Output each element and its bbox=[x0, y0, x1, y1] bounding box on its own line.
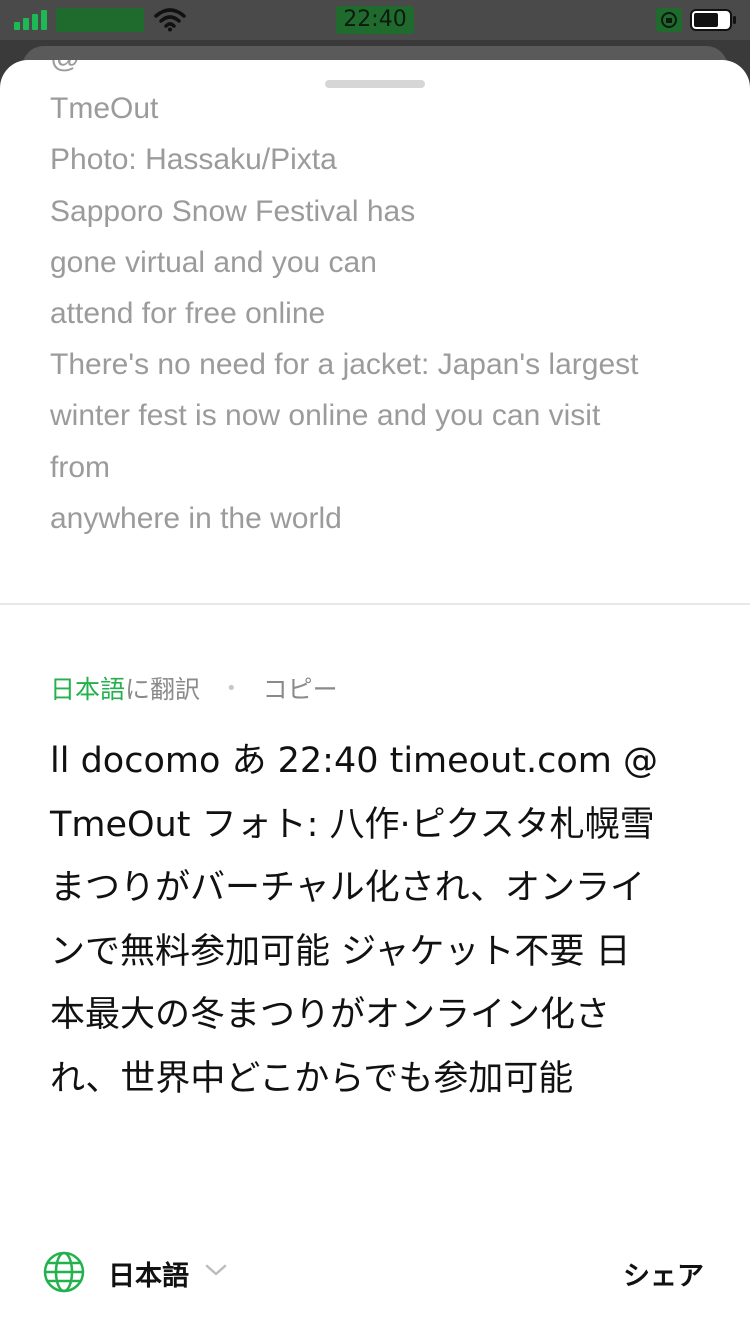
source-line: anywhere in the world bbox=[50, 501, 342, 535]
target-language-link[interactable]: 日本語 bbox=[50, 675, 125, 704]
wifi-icon bbox=[154, 8, 186, 32]
action-row: 日本語に翻訳 • コピー bbox=[50, 668, 338, 708]
battery-icon bbox=[690, 9, 736, 31]
globe-icon[interactable] bbox=[42, 1250, 86, 1294]
bottom-bar: 日本語 シェア bbox=[0, 1230, 750, 1310]
translate-to-button[interactable]: 日本語に翻訳 bbox=[50, 670, 200, 706]
translate-suffix: に翻訳 bbox=[125, 675, 201, 704]
translated-line: ll docomo あ 22:40 timeout.com @ bbox=[50, 741, 659, 781]
source-line: attend for free online bbox=[50, 297, 326, 331]
separator-dot: • bbox=[226, 677, 237, 699]
source-line: There's no need for a jacket: Japan's la… bbox=[50, 348, 639, 382]
divider bbox=[0, 603, 750, 605]
translation-sheet: @ TmeOut Photo: Hassaku/Pixta Sapporo Sn… bbox=[0, 60, 750, 1334]
translated-line: TmeOut フォト: 八作·ピクスタ札幌雪 bbox=[50, 804, 655, 845]
source-line: winter fest is now online and you can vi… bbox=[50, 399, 601, 433]
carrier-indicator bbox=[56, 8, 144, 32]
translated-line: れ、世界中どこからでも参加可能 bbox=[50, 1058, 574, 1099]
source-text: @ TmeOut Photo: Hassaku/Pixta Sapporo Sn… bbox=[50, 60, 710, 544]
translated-text: ll docomo あ 22:40 timeout.com @ TmeOut フ… bbox=[50, 730, 710, 1111]
status-time: 22:40 bbox=[336, 6, 414, 34]
translated-line: 本最大の冬まつりがオンライン化さ bbox=[50, 995, 611, 1035]
source-line: TmeOut bbox=[50, 92, 159, 126]
source-line: @ bbox=[50, 60, 710, 83]
rotation-lock-icon bbox=[656, 8, 682, 32]
source-line: from bbox=[50, 450, 110, 484]
source-line: Sapporo Snow Festival has bbox=[50, 194, 416, 228]
translated-line: まつりがバーチャル化され、オンライ bbox=[50, 868, 646, 908]
source-line: gone virtual and you can bbox=[50, 245, 377, 279]
language-select-label[interactable]: 日本語 bbox=[108, 1254, 189, 1293]
share-button[interactable]: シェア bbox=[623, 1254, 704, 1293]
status-bar: 22:40 bbox=[0, 0, 750, 40]
chevron-down-icon[interactable] bbox=[204, 1260, 228, 1280]
copy-button[interactable]: コピー bbox=[263, 670, 338, 706]
source-line: Photo: Hassaku/Pixta bbox=[50, 143, 337, 177]
translated-line: ンで無料参加可能 ジャケット不要 日 bbox=[50, 931, 631, 972]
